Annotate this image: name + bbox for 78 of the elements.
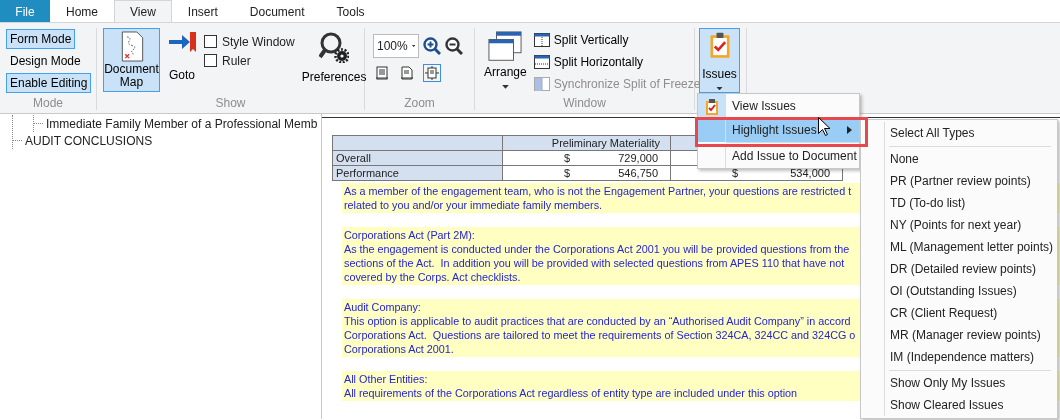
checkbox[interactable]: Style Window — [204, 32, 295, 51]
ribbon-tab[interactable]: Tools — [320, 0, 381, 22]
menu-item[interactable]: MR (Manager review points) — [861, 324, 1057, 346]
caret-icon — [501, 85, 509, 89]
fit-page-button[interactable] — [423, 64, 441, 82]
cursor-icon — [818, 117, 830, 136]
text-line: related to you and/or your immediate family members. — [344, 198, 603, 212]
search-gear-icon — [319, 31, 350, 63]
mode-button[interactable]: Form Mode — [6, 29, 76, 49]
text-line: As the engagement is conducted under the Corporations Act 2001 you will be provided questions from the — [344, 242, 850, 256]
menu-item[interactable]: Select All Types — [861, 122, 1057, 144]
currency-symbol: $ — [732, 166, 739, 180]
mode-button[interactable]: Design Mode — [6, 51, 85, 71]
preferences-button[interactable]: Preferences — [298, 28, 370, 92]
tree-item[interactable]: AUDIT CONCLUSIONS — [25, 131, 153, 150]
menu-item[interactable]: NY (Points for next year) — [861, 214, 1057, 236]
amount-value: 546,750 — [618, 166, 658, 180]
zoom-in-icon[interactable] — [423, 37, 441, 55]
fit-page-button[interactable] — [373, 64, 391, 82]
menu-item[interactable]: IM (Independence matters) — [861, 346, 1057, 368]
menu-item[interactable]: CR (Client Request) — [861, 302, 1057, 324]
menu-item[interactable]: TD (To-do list) — [861, 192, 1057, 214]
group-label: Zoom — [403, 96, 436, 110]
column-header: Preliminary Materiality — [551, 136, 660, 149]
fit-page-button[interactable] — [398, 64, 416, 82]
ribbon-tab[interactable]: Home — [50, 0, 114, 22]
text-line: Corporations Act. Questions are tailored to meet the requirements of Section 324CA, 324CC and 324CG o — [344, 328, 856, 342]
caret-icon — [411, 44, 415, 48]
zoom-out-icon[interactable] — [445, 37, 463, 55]
section-heading: Audit Company: — [344, 300, 421, 314]
section-heading: Corporations Act (Part 2M): — [344, 228, 475, 242]
currency-symbol: $ — [564, 166, 571, 180]
zoom-select[interactable]: 100% — [373, 34, 419, 58]
split-horizontal-icon — [533, 55, 550, 69]
menu-item[interactable]: None — [861, 148, 1057, 170]
window-command[interactable]: Split Horizontally — [533, 51, 644, 73]
goto-button[interactable]: Goto — [164, 28, 200, 92]
currency-symbol: $ — [564, 151, 571, 165]
ribbon-tab[interactable]: Insert — [171, 0, 234, 22]
text-line: This option is applicable to audit practices that are conducted by an “Authorised Audit Company” in accord — [344, 314, 851, 328]
clipboard-check-icon — [704, 97, 719, 115]
mode-button[interactable]: Enable Editing — [6, 73, 92, 93]
menu-item[interactable]: Add Issue to Document — [698, 144, 859, 168]
text-line: Corporations Act 2001. — [344, 342, 454, 356]
arrow-bookmark-icon — [167, 31, 197, 53]
ribbon-tab[interactable]: File — [0, 0, 50, 22]
group-label: Show — [214, 96, 247, 110]
menu-item[interactable]: PR (Partner review points) — [861, 170, 1057, 192]
text-line: As a member of the engagement team, who is not the Engagement Partner, your questions are restricted t — [344, 184, 852, 198]
row-label: Overall — [336, 151, 371, 164]
amount-value: 534,000 — [790, 166, 830, 180]
split-window-icon — [533, 77, 550, 91]
caret-icon — [716, 86, 723, 90]
issues-button[interactable]: Issues — [699, 28, 740, 93]
checkbox[interactable]: Ruler — [204, 51, 295, 70]
menu-item[interactable]: OI (Outstanding Issues) — [861, 280, 1057, 302]
tree-item[interactable]: Immediate Family Member of a Professional Memb — [46, 114, 318, 133]
menu-item[interactable]: Show Only My Issues — [861, 372, 1057, 394]
menu-item[interactable]: Show Cleared Issues — [861, 394, 1057, 416]
text-line: covered by the Corps. Act checklists. — [344, 270, 521, 284]
windows-icon — [486, 31, 525, 62]
row-label: Performance — [336, 166, 399, 179]
arrange-button[interactable]: Arrange — [481, 28, 530, 92]
menu-item[interactable]: DR (Detailed review points) — [861, 258, 1057, 280]
menu-item[interactable]: ML (Management letter points) — [861, 236, 1057, 258]
section-heading: All Other Entities: — [344, 372, 428, 386]
amount-value: 729,000 — [618, 151, 658, 165]
group-label: Mode — [32, 96, 64, 110]
document-map-button[interactable]: Document Map — [103, 28, 160, 92]
group-label: Window — [562, 96, 607, 110]
window-command[interactable]: Split Vertically — [533, 29, 629, 51]
submenu-arrow-icon — [847, 126, 852, 134]
split-vertical-icon — [533, 33, 550, 47]
text-line: sections of the Act. In addition you will be provided with selected questions from APES 110 that have not — [344, 256, 845, 270]
ribbon-tab[interactable]: View — [114, 0, 172, 22]
menu-item[interactable]: View Issues — [698, 94, 859, 118]
ribbon-tab[interactable]: Document — [233, 0, 321, 22]
text-line: All requirements of the Corporations Act regardless of entity type are included under this option — [344, 386, 798, 400]
